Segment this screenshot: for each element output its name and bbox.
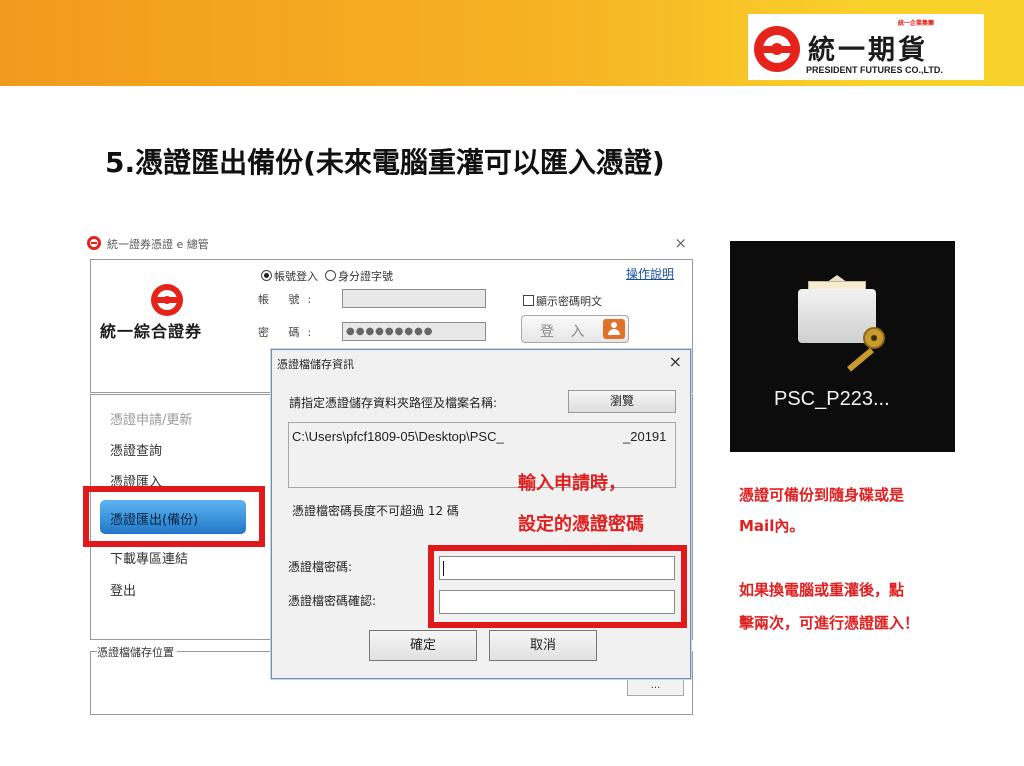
help-link[interactable]: 操作說明 (626, 265, 674, 282)
cancel-button[interactable]: 取消 (489, 630, 597, 661)
radio-account-label: 帳號登入 (274, 270, 318, 283)
app-close-icon[interactable]: × (674, 234, 687, 252)
side-note-line3: 如果換電腦或重灌後，點 (739, 581, 905, 599)
account-input[interactable] (342, 289, 486, 308)
cert-password-label: 憑證檔密碼: (288, 560, 353, 574)
login-mode-group: 帳號登入 身分證字號 (261, 268, 393, 284)
show-password-toggle[interactable]: 顯示密碼明文 (523, 293, 602, 309)
storage-browse-button[interactable]: ... (627, 678, 684, 696)
dialog-annotation-line2: 設定的憑證密碼 (518, 514, 644, 535)
brand-mini-tag: 統一企業集團 (898, 20, 935, 27)
dialog-annotation-line1: 輸入申請時， (518, 473, 626, 494)
brand-emblem-icon (754, 26, 800, 72)
path-text-start: C:\Users\pfcf1809-05\Desktop\PSC_ (292, 429, 504, 444)
side-note-line2: Mail內。 (739, 517, 805, 535)
password-label: 密 碼: (258, 326, 320, 339)
user-icon (603, 319, 625, 339)
password-length-note: 憑證檔密碼長度不可超過 12 碼 (292, 504, 459, 518)
password-inputs-highlight (428, 545, 687, 628)
radio-id-label: 身分證字號 (338, 270, 393, 283)
browse-button[interactable]: 瀏覽 (568, 390, 676, 413)
certificate-file-name: PSC_P223... (774, 388, 890, 410)
app-logo-icon (87, 236, 101, 250)
show-password-label: 顯示密碼明文 (536, 295, 602, 308)
menu-item-query[interactable]: 憑證查詢 (110, 440, 162, 459)
account-label: 帳 號: (258, 293, 320, 306)
password-mask: ●●●●●●●●● (346, 326, 434, 337)
brand-logo: 統一企業集團 統一期貨 PRESIDENT FUTURES CO.,LTD. (748, 14, 984, 80)
path-text-end: _20191 (623, 429, 667, 444)
side-note-line1: 憑證可備份到隨身碟或是 (739, 486, 905, 504)
show-password-checkbox[interactable] (523, 295, 534, 306)
company-emblem-icon (151, 284, 183, 316)
login-button-label: 登 入 (540, 324, 591, 340)
storage-location-label: 憑證檔儲存位置 (97, 644, 177, 660)
slide-title: 5.憑證匯出備份(未來電腦重灌可以匯入憑證) (105, 146, 665, 179)
company-logo-text: 統一綜合證券 (100, 322, 203, 341)
brand-name-en: PRESIDENT FUTURES CO.,LTD. (806, 65, 943, 75)
export-menu-highlight (83, 486, 265, 547)
menu-item-apply: 憑證申請/更新 (110, 413, 193, 428)
key-icon (863, 327, 885, 349)
app-titlebar: 統一證券憑證 e 總管 × (87, 234, 693, 254)
brand-name-cn: 統一期貨 (808, 35, 928, 66)
certificate-file-image: PSC_P223... (730, 241, 955, 452)
ok-button[interactable]: 確定 (369, 630, 477, 661)
menu-item-logout[interactable]: 登出 (110, 580, 136, 599)
menu-item-download[interactable]: 下載專區連結 (110, 548, 188, 567)
cert-password-confirm-label: 憑證檔密碼確認: (288, 594, 377, 608)
radio-account-login[interactable] (261, 270, 272, 281)
dialog-close-icon[interactable]: × (669, 352, 682, 371)
dialog-prompt: 請指定憑證儲存資料夾路徑及檔案名稱: (289, 396, 498, 410)
app-window-title: 統一證券憑證 e 總管 (107, 238, 209, 251)
side-note-line4: 擊兩次，可進行憑證匯入！ (739, 614, 920, 632)
dialog-title: 憑證檔儲存資訊 (277, 358, 354, 371)
login-button[interactable]: 登 入 (521, 315, 629, 343)
password-input[interactable]: ●●●●●●●●● (342, 322, 486, 341)
radio-id-login[interactable] (325, 270, 336, 281)
